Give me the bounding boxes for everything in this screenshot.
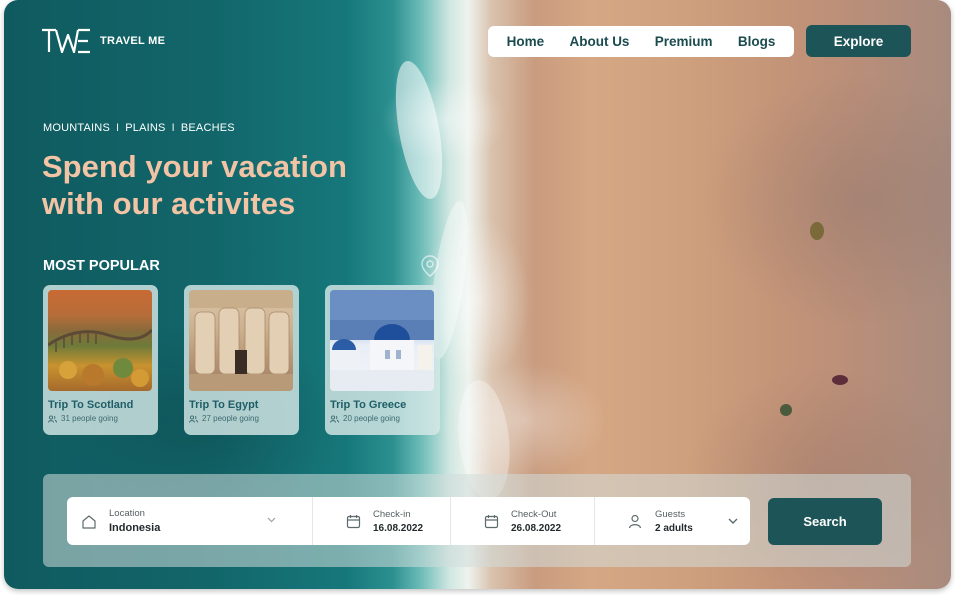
card-meta: 20 people going — [330, 414, 435, 423]
trip-card-scotland[interactable]: Trip To Scotland 31 people going — [43, 285, 158, 435]
most-popular-title: MOST POPULAR — [43, 258, 160, 274]
checkin-label: Check-in — [373, 508, 411, 520]
greece-image — [330, 290, 434, 391]
checkout-value: 26.08.2022 — [511, 522, 562, 534]
trip-card-greece[interactable]: Trip To Greece 20 people going — [325, 285, 440, 435]
card-meta: 27 people going — [189, 414, 294, 423]
chevron-down-icon — [267, 517, 276, 523]
calendar-icon — [481, 514, 501, 529]
tag-separator: I — [171, 122, 175, 134]
brand-name: TRAVEL ME — [100, 35, 166, 47]
card-title: Trip To Scotland — [48, 399, 134, 411]
calendar-icon — [343, 514, 363, 529]
users-icon — [48, 414, 57, 423]
search-button[interactable]: Search — [768, 498, 882, 545]
checkout-field[interactable]: Check-Out 26.08.2022 — [451, 497, 595, 545]
headline-line-1: Spend your vacation — [42, 149, 347, 184]
main-nav: Home About Us Premium Blogs — [488, 26, 794, 57]
users-icon — [189, 414, 198, 423]
twe-logo-icon — [42, 28, 90, 54]
chevron-down-icon[interactable] — [728, 518, 738, 525]
tag-mountains: MOUNTAINS — [43, 122, 110, 134]
egypt-image — [189, 290, 293, 391]
home-icon — [79, 514, 99, 529]
card-title: Trip To Egypt — [189, 399, 259, 411]
checkin-field[interactable]: Check-in 16.08.2022 — [313, 497, 451, 545]
tag-beaches: BEACHES — [180, 122, 235, 134]
nav-home[interactable]: Home — [507, 34, 545, 49]
card-people-going: 20 people going — [343, 414, 400, 423]
beach-person — [810, 222, 824, 240]
map-pin-icon — [421, 255, 439, 277]
location-label: Location — [109, 508, 145, 519]
tag-separator: I — [115, 122, 120, 134]
card-title: Trip To Greece — [330, 399, 407, 411]
user-icon — [625, 514, 645, 529]
scotland-image — [48, 290, 152, 391]
checkin-value: 16.08.2022 — [373, 522, 424, 534]
card-people-going: 27 people going — [202, 414, 259, 423]
guests-field[interactable]: Guests 2 adults — [595, 497, 750, 545]
location-field[interactable]: Location Indonesia — [67, 497, 313, 545]
tag-plains: PLAINS — [125, 122, 166, 134]
brand-logo[interactable]: TRAVEL ME — [40, 27, 165, 55]
search-bar: Location Indonesia Check-in 16.08.2022 C… — [67, 497, 750, 545]
explore-button[interactable]: Explore — [806, 25, 911, 57]
users-icon — [330, 414, 339, 423]
nav-about-us[interactable]: About Us — [569, 34, 629, 49]
nav-blogs[interactable]: Blogs — [738, 34, 776, 49]
card-meta: 31 people going — [48, 414, 153, 423]
trip-card-egypt[interactable]: Trip To Egypt 27 people going — [184, 285, 299, 435]
guests-label: Guests — [655, 508, 686, 520]
hero-headline: Spend your vacation with our activites — [42, 148, 422, 222]
nav-premium[interactable]: Premium — [655, 34, 713, 49]
checkout-label: Check-Out — [511, 508, 557, 520]
guests-value: 2 adults — [655, 522, 693, 534]
beach-person — [832, 375, 848, 385]
card-people-going: 31 people going — [61, 414, 118, 423]
location-value: Indonesia — [109, 522, 161, 534]
beach-person — [780, 404, 792, 416]
hero-tags: MOUNTAINS I PLAINS I BEACHES — [43, 122, 235, 134]
headline-line-2: with our activites — [42, 186, 296, 221]
